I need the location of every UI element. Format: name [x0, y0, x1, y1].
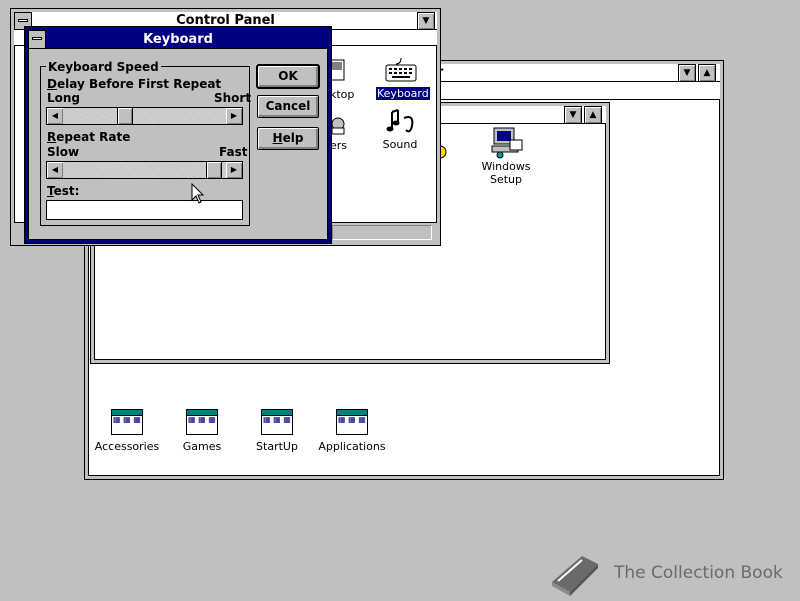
keyboard-speed-group-title: Keyboard Speed — [46, 60, 161, 74]
test-label-accelerator: T — [47, 184, 54, 198]
delay-slider-thumb[interactable] — [117, 108, 134, 124]
delay-max-label: Short — [214, 91, 252, 105]
windows-setup-label: Windows Setup — [481, 160, 531, 186]
repeat-left-arrow[interactable]: ◀ — [47, 162, 63, 178]
help-button[interactable]: Help — [257, 127, 319, 150]
program-group-icon[interactable] — [336, 409, 368, 435]
test-label-text: est: — [53, 184, 80, 198]
mouse-cursor-icon — [191, 182, 205, 205]
status-bar-panel — [332, 225, 432, 240]
control-panel-minimize-button[interactable]: ▼ — [417, 12, 435, 30]
help-button-text: elp — [282, 131, 304, 145]
delay-right-arrow[interactable]: ▶ — [226, 108, 242, 124]
delay-label-accelerator: D — [47, 77, 57, 91]
delay-min-label: Long — [47, 91, 81, 105]
delay-label-text: elay Before First Repeat — [56, 77, 222, 91]
repeat-rate-label: Repeat Rate — [47, 130, 130, 144]
repeat-rate-label-text: epeat Rate — [56, 130, 131, 144]
desktop-label: ktop — [330, 88, 355, 101]
ok-button[interactable]: OK — [256, 64, 320, 89]
repeat-min-label: Slow — [47, 145, 80, 159]
program-group-icon[interactable] — [261, 409, 293, 435]
repeat-rate-slider[interactable]: ◀ ▶ — [46, 161, 243, 179]
printers-label: ers — [330, 139, 348, 152]
group-label-applications: Applications — [318, 440, 386, 453]
repeat-max-label: Fast — [219, 145, 248, 159]
maximize-button[interactable]: ▲ — [698, 64, 716, 82]
book-icon — [548, 550, 602, 598]
keyboard-icon[interactable] — [384, 56, 418, 84]
keyboard-dialog-title-bar[interactable]: Keyboard — [28, 30, 328, 49]
help-button-accelerator: H — [272, 131, 283, 145]
group-maximize-button[interactable]: ▲ — [584, 106, 602, 124]
program-group-icon[interactable] — [186, 409, 218, 435]
keyboard-dialog-title: Keyboard — [143, 32, 213, 47]
keyboard-dialog-system-menu-button[interactable] — [28, 30, 46, 49]
repeat-rate-label-accelerator: R — [47, 130, 57, 144]
watermark-text: The Collection Book — [614, 563, 783, 583]
keyboard-label[interactable]: Keyboard — [376, 87, 430, 100]
delay-left-arrow[interactable]: ◀ — [47, 108, 63, 124]
program-group-icon[interactable] — [111, 409, 143, 435]
delay-slider[interactable]: ◀ ▶ — [46, 107, 243, 125]
minimize-button[interactable]: ▼ — [678, 64, 696, 82]
repeat-rate-slider-track[interactable] — [63, 162, 226, 178]
sound-label: Sound — [382, 138, 418, 151]
repeat-right-arrow[interactable]: ▶ — [226, 162, 242, 178]
cancel-button[interactable]: Cancel — [257, 95, 319, 118]
test-label: Test: — [47, 184, 79, 198]
repeat-rate-slider-thumb[interactable] — [205, 162, 222, 178]
test-input[interactable] — [46, 200, 243, 220]
group-minimize-button[interactable]: ▼ — [564, 106, 582, 124]
printers-icon[interactable] — [330, 110, 346, 136]
windows-setup-icon[interactable] — [490, 126, 524, 160]
delay-slider-track[interactable] — [63, 108, 226, 124]
delay-label: Delay Before First Repeat — [47, 77, 221, 91]
sound-icon[interactable] — [386, 108, 416, 138]
